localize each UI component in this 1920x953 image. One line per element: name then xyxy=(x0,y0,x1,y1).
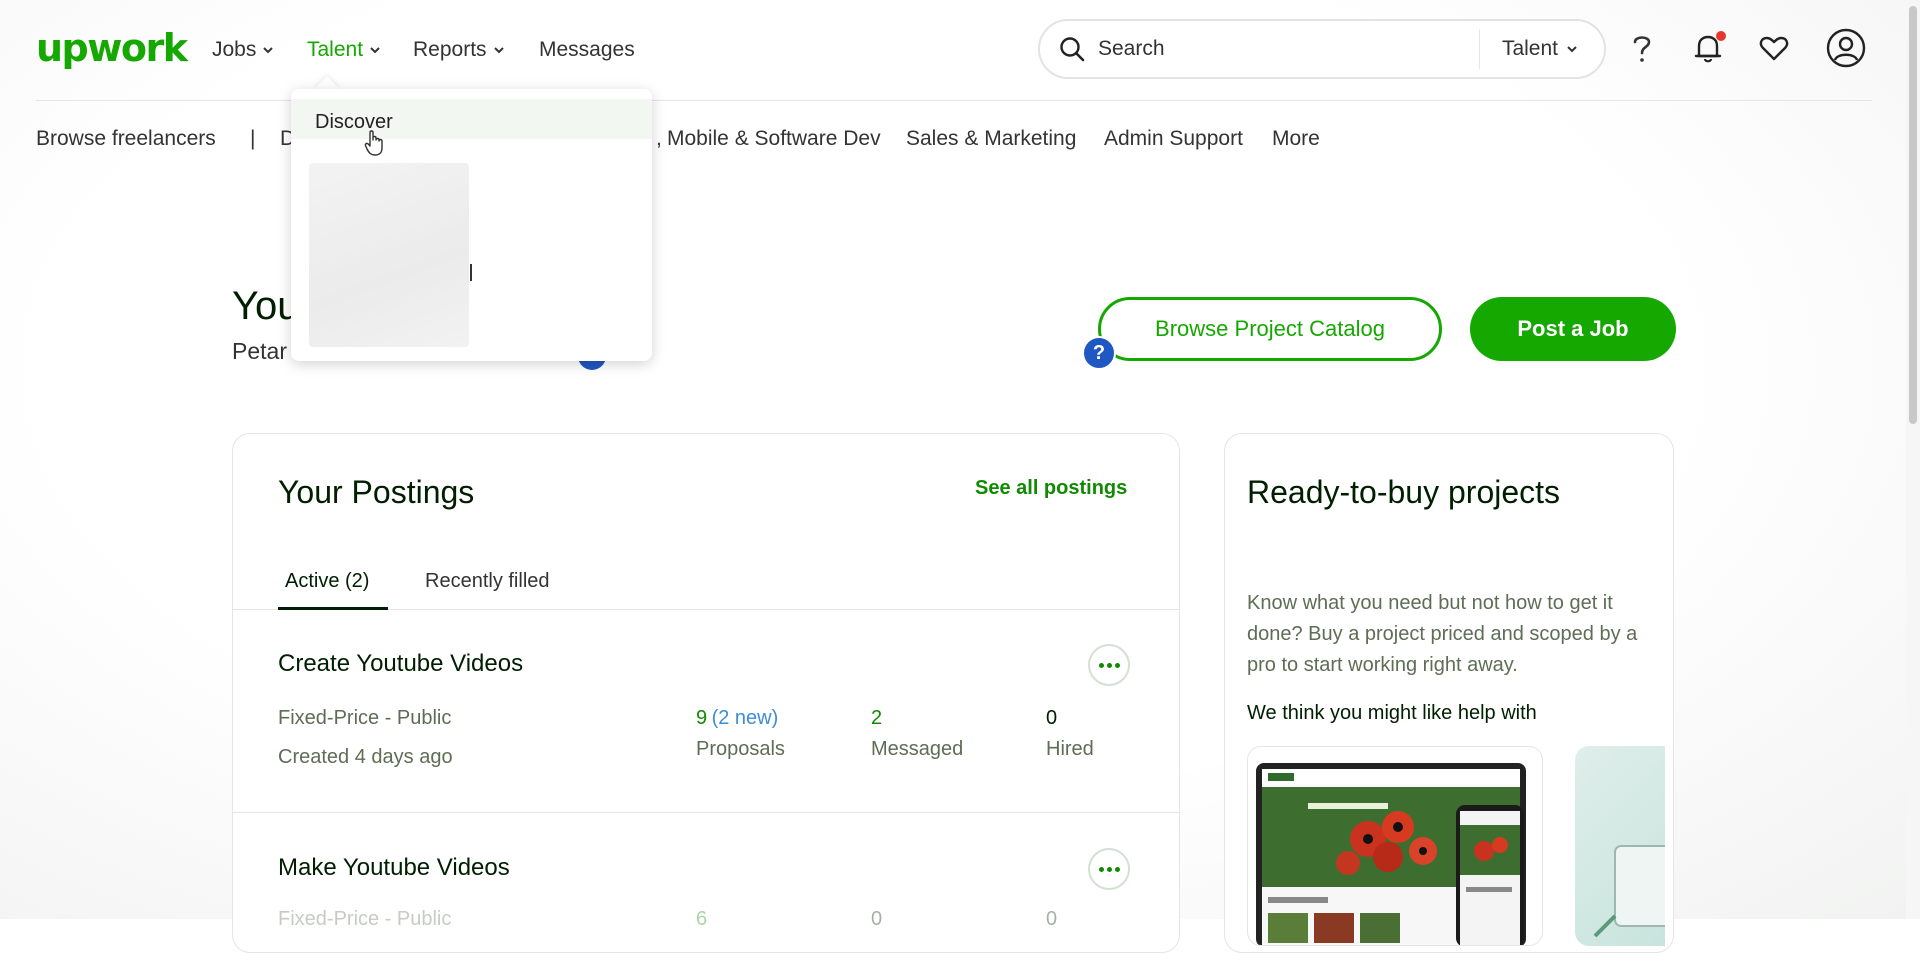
greeting-title: You xyxy=(232,284,300,328)
greeting-subtitle: Petar xyxy=(232,338,287,364)
text-cursor xyxy=(470,264,472,281)
chevron-down-icon xyxy=(493,47,504,54)
user-avatar-icon[interactable] xyxy=(1826,28,1866,68)
talent-dropdown-menu: Discover xyxy=(291,89,652,361)
hired-value: 0 xyxy=(1046,707,1058,729)
subnav-more[interactable]: More xyxy=(1272,127,1320,151)
see-all-postings-link[interactable]: See all postings xyxy=(975,477,1127,500)
help-badge-icon[interactable]: ? xyxy=(1082,336,1116,370)
dot xyxy=(1098,662,1104,668)
notification-dot xyxy=(1716,31,1726,41)
project-preview-image xyxy=(1256,763,1526,945)
search-input[interactable]: Search xyxy=(1098,37,1479,61)
browse-project-catalog-button[interactable]: Browse Project Catalog xyxy=(1098,297,1442,361)
subnav-category-sales[interactable]: Sales & Marketing xyxy=(906,127,1076,151)
proposals-label: Proposals xyxy=(696,738,785,760)
ready-to-buy-card: Ready-to-buy projects Know what you need… xyxy=(1224,433,1674,953)
ready-to-buy-description: Know what you need but not how to get it… xyxy=(1247,592,1638,676)
dot xyxy=(1114,866,1120,872)
postings-title: Your Postings xyxy=(278,474,475,510)
proposals-new: (2 new) xyxy=(711,707,779,729)
dot xyxy=(1098,866,1104,872)
search-icon xyxy=(1060,37,1085,62)
subnav-category-dev[interactable]: Mobile & Software Dev xyxy=(667,127,881,151)
hired-label: Hired xyxy=(1046,738,1094,760)
dot xyxy=(1106,866,1112,872)
nav-reports[interactable]: Reports xyxy=(413,38,505,62)
ready-to-buy-subtitle: We think you might like help with xyxy=(1247,702,1537,724)
search-bar[interactable]: Search Talent xyxy=(1038,19,1606,79)
job-created: Created 4 days ago xyxy=(278,746,453,768)
nav-talent-label: Talent xyxy=(307,38,364,61)
nav-messages[interactable]: Messages xyxy=(539,38,635,62)
dot xyxy=(1106,662,1112,668)
nav-talent[interactable]: Talent xyxy=(307,38,381,62)
row-divider xyxy=(233,812,1179,813)
project-card[interactable] xyxy=(1247,746,1543,946)
subnav-browse-freelancers[interactable]: Browse freelancers xyxy=(36,127,216,151)
post-a-job-button[interactable]: Post a Job xyxy=(1470,297,1676,361)
chevron-down-icon xyxy=(263,47,274,54)
chevron-down-icon xyxy=(370,47,380,54)
help-icon[interactable] xyxy=(1624,30,1660,66)
messaged-value[interactable]: 2 xyxy=(871,707,882,730)
nav-reports-label: Reports xyxy=(413,38,487,61)
nav-jobs[interactable]: Jobs xyxy=(212,38,274,62)
proposals-value[interactable]: 6 xyxy=(696,908,707,931)
hired-value: 0 xyxy=(1046,908,1058,930)
ready-to-buy-title: Ready-to-buy projects xyxy=(1247,474,1561,510)
tab-active[interactable]: Active (2) xyxy=(285,570,369,593)
nav-messages-label: Messages xyxy=(539,38,635,61)
messaged-value[interactable]: 0 xyxy=(871,908,882,931)
subnav-comma: , xyxy=(656,127,662,150)
project-preview-image xyxy=(1593,845,1665,938)
proposals-count[interactable]: 9 (2 new) xyxy=(696,707,778,730)
subnav-category-admin[interactable]: Admin Support xyxy=(1104,127,1243,151)
nav-jobs-label: Jobs xyxy=(212,38,257,61)
scrollbar-thumb[interactable] xyxy=(1909,6,1917,424)
hand-pointer-cursor-icon xyxy=(364,130,383,156)
dot xyxy=(1114,662,1120,668)
subnav-separator: | xyxy=(250,127,256,150)
job-title[interactable]: Make Youtube Videos xyxy=(278,854,510,882)
job-type: Fixed-Price - Public xyxy=(278,908,452,930)
project-card[interactable] xyxy=(1575,746,1665,946)
more-options-button[interactable] xyxy=(1088,644,1130,686)
blurred-content xyxy=(309,163,469,347)
tab-active-underline xyxy=(278,607,388,610)
proposals-value: 9 xyxy=(696,707,708,729)
job-title[interactable]: Create Youtube Videos xyxy=(278,650,523,678)
upwork-logo[interactable]: upwork xyxy=(36,26,188,70)
heart-icon[interactable] xyxy=(1756,30,1792,66)
search-scope-dropdown[interactable]: Talent xyxy=(1480,37,1604,61)
chevron-down-icon xyxy=(1567,46,1577,53)
tab-recently-filled[interactable]: Recently filled xyxy=(425,570,550,593)
search-scope-label: Talent xyxy=(1501,37,1558,60)
messaged-label: Messaged xyxy=(871,738,964,760)
more-options-button[interactable] xyxy=(1088,848,1130,890)
job-type: Fixed-Price - Public xyxy=(278,707,452,729)
